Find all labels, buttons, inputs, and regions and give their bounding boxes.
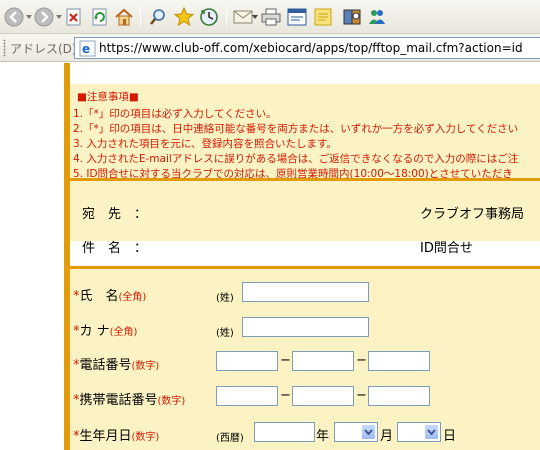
phone-part-1-input[interactable]: [216, 351, 278, 371]
day-unit: 日: [443, 429, 457, 444]
mobile-part-3-input[interactable]: [368, 386, 430, 406]
mail-dropdown-icon[interactable]: [251, 9, 259, 25]
birth-day-select[interactable]: [397, 422, 441, 442]
name-hint: (全角): [118, 292, 147, 303]
kana-sublabel: (姓): [216, 328, 234, 339]
chevron-down-icon[interactable]: [424, 424, 439, 440]
page-content: ■注意事項■ 1.「*」印の項目は必ず入力してください。 2.「*」印の項目は、…: [0, 63, 540, 450]
phone-part-2-input[interactable]: [292, 351, 354, 371]
browser-toolbar: [0, 0, 540, 34]
notice-line: 4. 入力されたE-mailアドレスに誤りがある場合は、ご返信できなくなるので入…: [73, 153, 519, 165]
back-icon[interactable]: [3, 6, 25, 28]
address-input[interactable]: e https://www.club-off.com/xebiocard/app…: [74, 37, 540, 59]
search-icon[interactable]: [147, 6, 169, 28]
chevron-down-icon[interactable]: [361, 424, 376, 440]
favorites-icon[interactable]: [173, 6, 195, 28]
svg-text:e: e: [82, 42, 90, 56]
to-label: 宛 先 ：: [82, 207, 148, 222]
phone-hint: (数字): [131, 361, 160, 372]
section-divider: [70, 178, 540, 181]
mobile-part-2-input[interactable]: [292, 386, 354, 406]
name-sublabel: (姓): [216, 293, 234, 304]
edit-icon[interactable]: [286, 6, 308, 28]
research-icon[interactable]: [341, 6, 363, 28]
birthdate-label: *生年月日(数字): [73, 429, 160, 444]
address-label: アドレス(D): [10, 42, 77, 56]
subject-label: 件 名 ：: [82, 241, 148, 256]
home-icon[interactable]: [113, 6, 135, 28]
page-favicon-icon: e: [79, 40, 96, 57]
name-label: *氏 名(全角): [73, 289, 147, 304]
name-input[interactable]: [242, 282, 369, 302]
forward-icon[interactable]: [33, 6, 55, 28]
mobile-label: *携帯電話番号(数字): [73, 393, 186, 408]
mobile-part-1-input[interactable]: [216, 386, 278, 406]
address-bar: アドレス(D) e https://www.club-off.com/xebio…: [0, 34, 540, 62]
back-dropdown-icon[interactable]: [25, 9, 33, 25]
toolbar-grip-icon[interactable]: [3, 39, 6, 57]
era-label: (西暦): [216, 433, 244, 444]
phone-separator: −: [356, 353, 367, 368]
refresh-icon[interactable]: [89, 6, 111, 28]
mobile-hint: (数字): [157, 396, 186, 407]
notice-title: ■注意事項■: [77, 91, 139, 103]
forward-dropdown-icon[interactable]: [55, 9, 63, 25]
notice-line: 3. 入力された項目を元に、登録内容を照合いたします。: [73, 138, 337, 150]
history-icon[interactable]: [198, 6, 220, 28]
messenger-icon[interactable]: [366, 6, 388, 28]
birth-year-input[interactable]: [254, 422, 315, 442]
kana-hint: (全角): [109, 327, 138, 338]
address-url[interactable]: https://www.club-off.com/xebiocard/apps/…: [99, 41, 523, 55]
kana-input[interactable]: [242, 317, 369, 337]
mobile-separator: −: [280, 388, 291, 403]
notice-line: 1.「*」印の項目は必ず入力してください。: [73, 108, 277, 120]
phone-part-3-input[interactable]: [368, 351, 430, 371]
phone-separator: −: [280, 353, 291, 368]
birth-month-select[interactable]: [334, 422, 378, 442]
kana-label: *カ ナ(全角): [73, 324, 138, 339]
year-unit: 年: [316, 429, 330, 444]
to-value: クラブオフ事務局: [420, 207, 525, 222]
month-unit: 月: [380, 429, 394, 444]
discuss-icon[interactable]: [312, 6, 334, 28]
birthdate-hint: (数字): [131, 432, 160, 443]
phone-label: *電話番号(数字): [73, 358, 160, 373]
subject-value: ID問合せ: [420, 241, 473, 256]
mobile-separator: −: [356, 388, 367, 403]
print-icon[interactable]: [260, 6, 282, 28]
stop-icon[interactable]: [63, 6, 85, 28]
notice-line: 2.「*」印の項目は、日中連絡可能な番号を両方または、いずれか一方を必ず入力して…: [73, 123, 519, 135]
